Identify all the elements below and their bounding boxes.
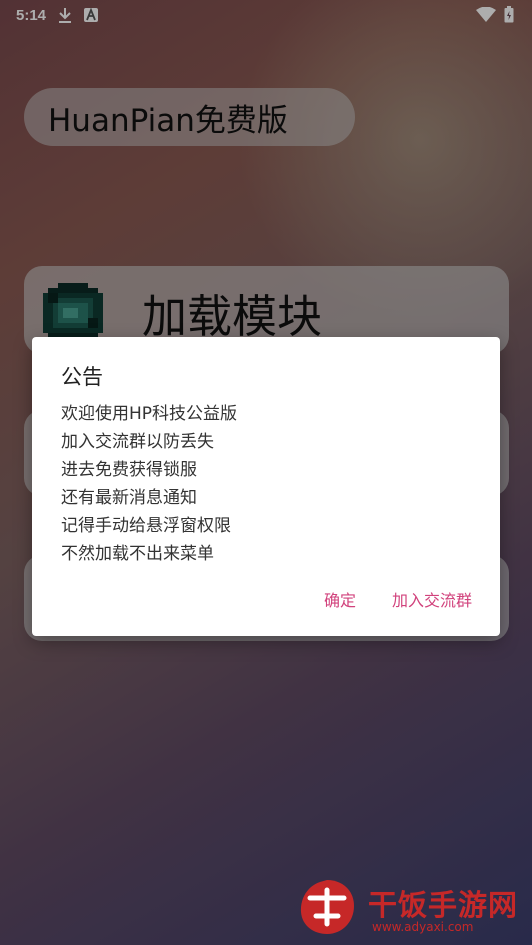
dialog-line: 不然加载不出来菜单 xyxy=(61,544,214,564)
dialog-line: 进去免费获得锁服 xyxy=(61,460,197,480)
watermark-text: 干饭手游网 xyxy=(368,888,519,922)
dialog-actions: 确定 加入交流群 xyxy=(324,587,472,611)
dialog-line: 欢迎使用HP科技公益版 xyxy=(61,404,238,424)
join-group-button[interactable]: 加入交流群 xyxy=(392,587,472,611)
dialog-line: 记得手动给悬浮窗权限 xyxy=(61,516,231,536)
watermark-url: www.adyaxi.com xyxy=(372,920,474,934)
dialog-line: 加入交流群以防丢失 xyxy=(61,432,214,452)
dialog-line: 还有最新消息通知 xyxy=(61,488,197,508)
dialog-title: 公告 xyxy=(61,365,103,389)
confirm-button[interactable]: 确定 xyxy=(324,587,356,611)
announcement-dialog: 公告 欢迎使用HP科技公益版 加入交流群以防丢失 进去免费获得锁服 还有最新消息… xyxy=(32,337,500,636)
watermark-logo-icon xyxy=(300,880,354,934)
dialog-body: 欢迎使用HP科技公益版 加入交流群以防丢失 进去免费获得锁服 还有最新消息通知 … xyxy=(61,400,481,568)
watermark: 干饭手游网 www.adyaxi.com xyxy=(296,876,526,940)
